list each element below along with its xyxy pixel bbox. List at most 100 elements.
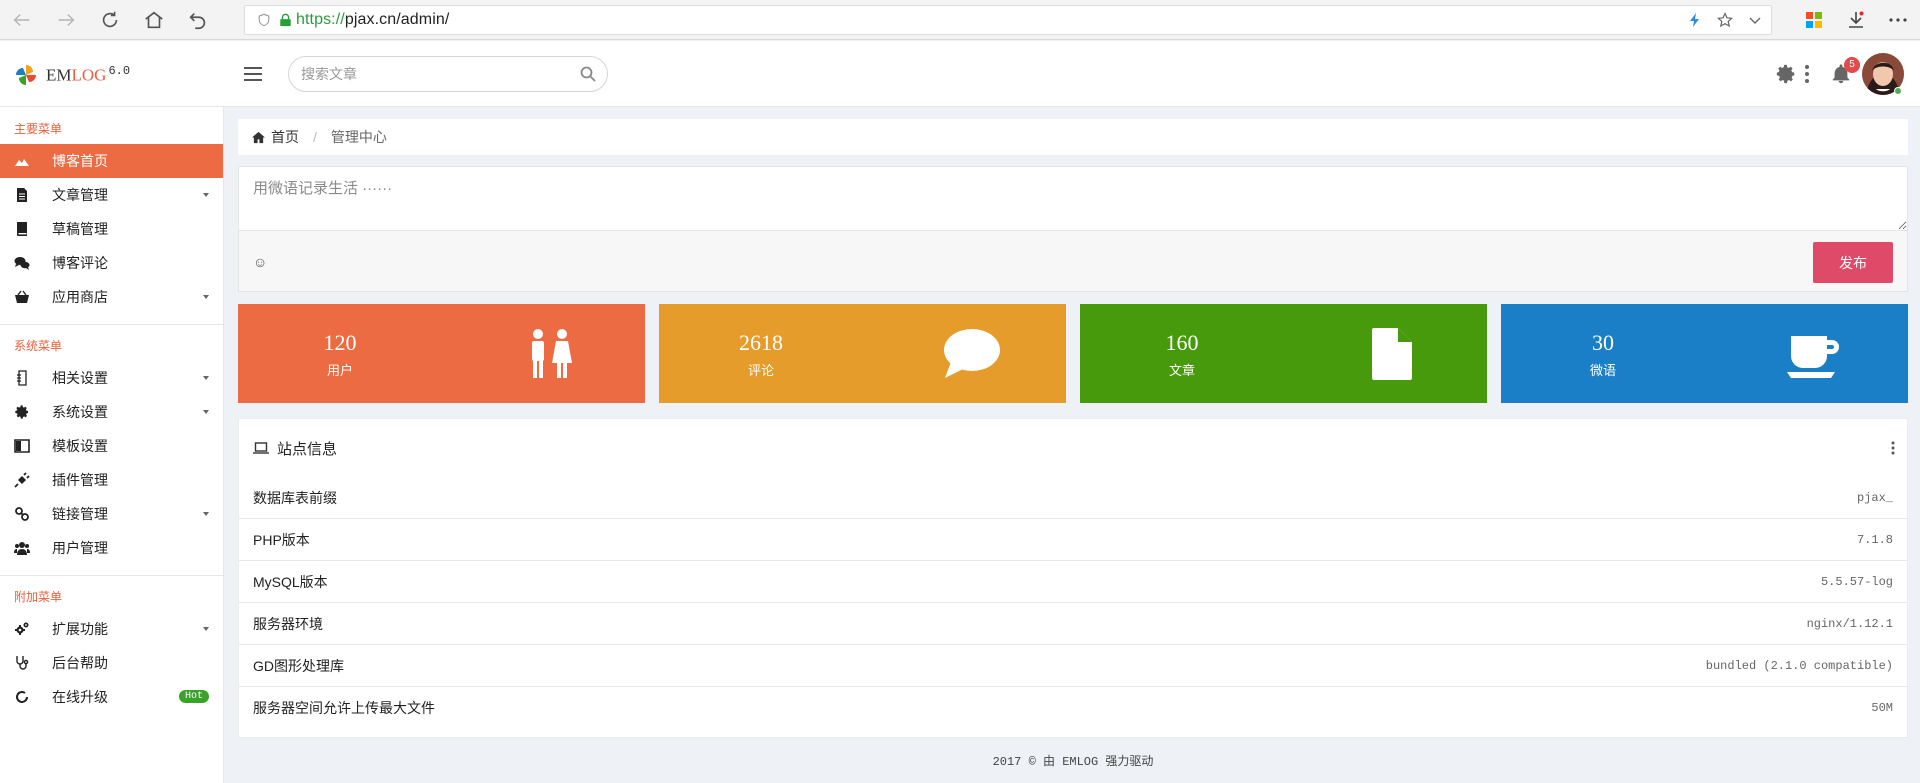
- info-key: 服务器环境: [253, 615, 323, 632]
- stat-card-articles[interactable]: 160 文章: [1080, 304, 1487, 403]
- breadcrumb-home[interactable]: 首页: [271, 127, 299, 147]
- cogs-icon: [14, 621, 30, 637]
- stat-value: 2618: [739, 330, 783, 355]
- template-icon: [14, 438, 30, 454]
- search-icon[interactable]: [579, 65, 597, 83]
- sidebar-item-label: 博客评论: [52, 255, 108, 271]
- brand-name: EMLOG 6.0: [46, 64, 130, 86]
- users-pair-icon: [532, 329, 572, 378]
- home-button[interactable]: [132, 0, 176, 40]
- sidebar-divider: [0, 575, 223, 576]
- sidebar: 主要菜单 博客首页 文章管理 草稿管理 博客评论 应用商店 系统菜单 相关设置 …: [0, 107, 224, 783]
- url-text: https://pjax.cn/admin/: [296, 11, 449, 29]
- vertical-dots-icon[interactable]: [1891, 441, 1895, 455]
- reload-button[interactable]: [88, 0, 132, 40]
- settings-file-icon: [14, 370, 30, 386]
- more-icon[interactable]: [1888, 10, 1908, 30]
- sidebar-item-templates[interactable]: 模板设置: [0, 429, 223, 463]
- sidebar-divider: [0, 324, 223, 325]
- brand-version: 6.0: [108, 64, 131, 79]
- chevron-down-icon[interactable]: [1747, 12, 1763, 28]
- microblog-input[interactable]: [239, 167, 1907, 231]
- sidebar-item-label: 扩展功能: [52, 621, 108, 637]
- apps-grid-icon[interactable]: [1804, 10, 1824, 30]
- arrow-left-icon: [13, 13, 30, 26]
- vertical-dots-icon[interactable]: [1804, 63, 1810, 85]
- sidebar-item-drafts[interactable]: 草稿管理: [0, 212, 223, 246]
- online-status-dot: [1894, 87, 1902, 95]
- back-button[interactable]: [0, 0, 44, 40]
- info-row-gd: GD图形处理库 bundled (2.1.0 compatible): [239, 645, 1907, 687]
- stat-label: 微语: [1589, 363, 1616, 378]
- sidebar-item-dashboard[interactable]: 博客首页: [0, 144, 223, 178]
- stethoscope-icon: [14, 655, 30, 671]
- site-info-panel: 站点信息 数据库表前缀 pjax_ PHP版本 7.1.8 MySQL版本 5.…: [238, 418, 1908, 738]
- browser-toolbar: https://pjax.cn/admin/: [0, 0, 1920, 40]
- sidebar-item-label: 博客首页: [52, 153, 108, 169]
- sidebar-section-system: 系统菜单: [14, 339, 63, 353]
- home-icon: [145, 11, 163, 28]
- brand-name-log: LOG: [71, 65, 107, 85]
- sidebar-item-articles[interactable]: 文章管理: [0, 178, 223, 212]
- sidebar-item-store[interactable]: 应用商店: [0, 280, 223, 314]
- sidebar-item-label: 用户管理: [52, 540, 108, 556]
- microblog-composer: ☺ 发布: [238, 166, 1908, 292]
- breadcrumb-current: 管理中心: [330, 129, 387, 145]
- info-key: GD图形处理库: [253, 657, 344, 674]
- star-icon[interactable]: [1717, 12, 1733, 28]
- undo-icon: [189, 12, 206, 29]
- sidebar-item-upgrade[interactable]: 在线升级 Hot: [0, 680, 223, 714]
- hot-badge: Hot: [178, 690, 209, 703]
- emoji-icon[interactable]: ☺: [253, 254, 267, 270]
- brand[interactable]: EMLOG 6.0: [14, 63, 130, 87]
- sidebar-item-related-settings[interactable]: 相关设置: [0, 361, 223, 395]
- sidebar-item-system-settings[interactable]: 系统设置: [0, 395, 223, 429]
- refresh-icon: [14, 689, 30, 705]
- gear-icon[interactable]: [1775, 63, 1797, 85]
- sidebar-item-label: 草稿管理: [52, 221, 108, 237]
- sidebar-item-label: 应用商店: [52, 289, 108, 305]
- caret-down-icon: [203, 627, 209, 631]
- stat-label: 评论: [747, 363, 774, 378]
- info-row-db-prefix: 数据库表前缀 pjax_: [239, 477, 1907, 519]
- caret-down-icon: [203, 295, 209, 299]
- caret-down-icon: [203, 410, 209, 414]
- undo-button[interactable]: [176, 0, 220, 40]
- publish-button[interactable]: 发布: [1813, 242, 1893, 283]
- sidebar-item-users[interactable]: 用户管理: [0, 531, 223, 565]
- plug-icon: [14, 472, 30, 488]
- sidebar-item-label: 相关设置: [52, 370, 108, 386]
- sidebar-item-help[interactable]: 后台帮助: [0, 646, 223, 680]
- download-icon[interactable]: [1846, 10, 1866, 30]
- gear-icon: [14, 404, 30, 420]
- search-input[interactable]: [301, 57, 571, 91]
- sidebar-item-links[interactable]: 链接管理: [0, 497, 223, 531]
- file-icon: [14, 187, 30, 203]
- breadcrumb-separator: /: [313, 129, 317, 145]
- basket-icon: [14, 289, 30, 305]
- address-bar[interactable]: https://pjax.cn/admin/: [244, 5, 1772, 35]
- stat-card-comments[interactable]: 2618 评论: [659, 304, 1066, 403]
- stat-card-users[interactable]: 120 用户: [238, 304, 645, 403]
- search-box: [288, 56, 608, 92]
- info-key: 数据库表前缀: [253, 489, 337, 506]
- info-row-mysql: MySQL版本 5.5.57-log: [239, 561, 1907, 603]
- site-info-title: 站点信息: [277, 440, 338, 458]
- coffee-icon: [1787, 336, 1839, 378]
- document-icon: [1372, 328, 1412, 380]
- lightning-icon[interactable]: [1687, 12, 1703, 28]
- users-icon: [14, 540, 30, 556]
- forward-button[interactable]: [44, 0, 88, 40]
- sidebar-item-label: 插件管理: [52, 472, 108, 488]
- info-value: 50M: [1871, 701, 1893, 715]
- sidebar-item-label: 后台帮助: [52, 655, 108, 671]
- sidebar-item-extensions[interactable]: 扩展功能: [0, 612, 223, 646]
- menu-toggle-icon[interactable]: [244, 67, 262, 81]
- stat-label: 文章: [1168, 363, 1195, 378]
- stat-value: 160: [1165, 330, 1199, 355]
- sidebar-item-plugins[interactable]: 插件管理: [0, 463, 223, 497]
- notification-badge: 5: [1844, 57, 1860, 73]
- sidebar-item-comments[interactable]: 博客评论: [0, 246, 223, 280]
- info-row-server: 服务器环境 nginx/1.12.1: [239, 603, 1907, 645]
- stat-card-microblogs[interactable]: 30 微语: [1501, 304, 1908, 403]
